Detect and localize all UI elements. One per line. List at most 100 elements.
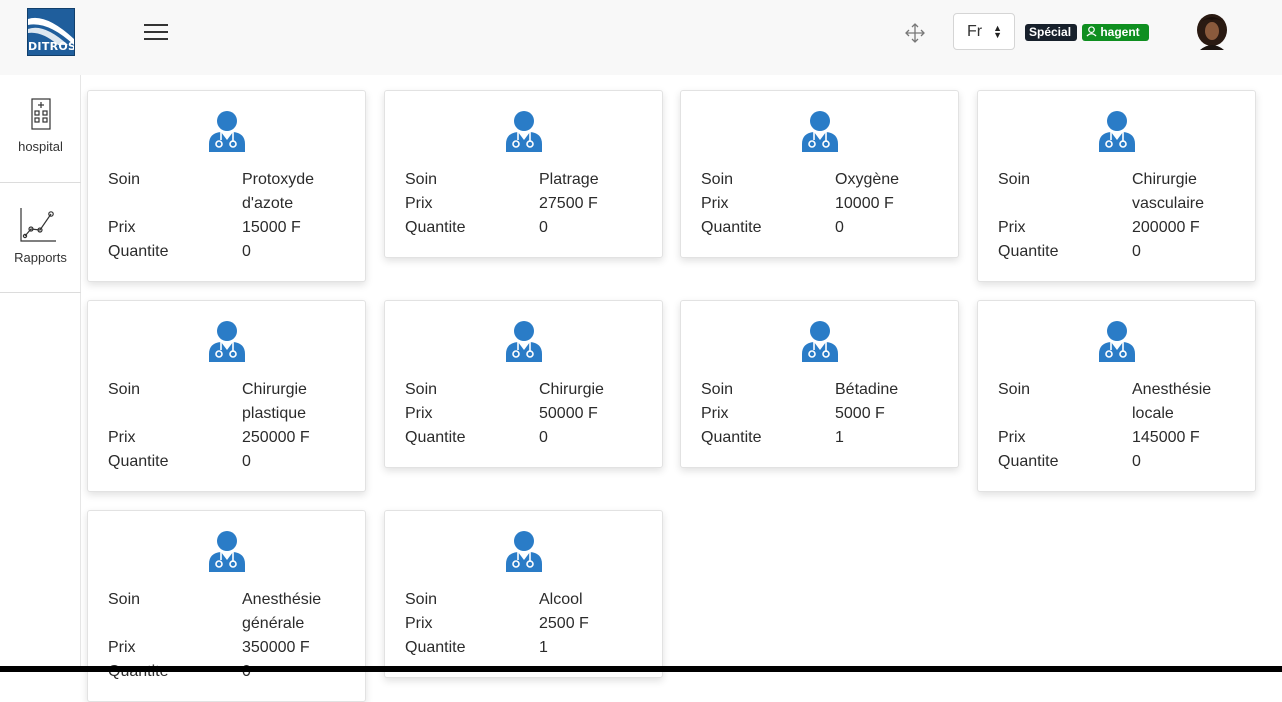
card-value-quantite: 0: [835, 219, 844, 236]
card-label-quantite: Quantite: [108, 453, 169, 470]
card-label-prix: Prix: [405, 615, 433, 632]
card-value-prix: 200000 F: [1132, 219, 1200, 236]
card-value-soin: Platrage: [539, 171, 599, 188]
card-label-soin: Soin: [405, 591, 438, 608]
language-select[interactable]: Fr ▲ ▼: [953, 13, 1015, 50]
card-value-prix: 5000 F: [835, 405, 885, 422]
card-value-quantite: 0: [1132, 243, 1141, 260]
user-badge-label: hagent: [1100, 25, 1140, 39]
card-value-prix: 50000 F: [539, 405, 598, 422]
doctor-icon: [209, 321, 245, 362]
role-badge: Spécial: [1025, 24, 1077, 41]
language-value: Fr: [967, 22, 983, 40]
doctor-icon: [1099, 111, 1135, 152]
doctor-icon: [802, 321, 838, 362]
care-card[interactable]: Soin Oxygène Prix 10000 F Quantite 0: [680, 90, 959, 258]
card-label-soin: Soin: [108, 381, 141, 398]
card-value-prix: 250000 F: [242, 429, 310, 446]
sidebar: hospital Rapports: [0, 75, 81, 672]
card-label-quantite: Quantite: [108, 660, 238, 684]
care-card[interactable]: Soin Bétadine Prix 5000 F Quantite 1: [680, 300, 959, 468]
card-value-soin: Chirurgie plastique: [242, 381, 307, 422]
care-card[interactable]: Soin Anesthésie locale Prix 145000 F Quantit…: [977, 300, 1256, 492]
fullscreen-move-icon[interactable]: [904, 22, 926, 44]
card-label-prix: Prix: [108, 219, 136, 236]
care-card[interactable]: Soin Chirurgie vasculaire Prix 200000 F Quan…: [977, 90, 1256, 282]
card-value-soin: Alcool: [539, 591, 583, 608]
card-label-prix: Prix: [998, 219, 1026, 236]
avatar[interactable]: [1196, 14, 1228, 50]
user-badge[interactable]: hagent: [1082, 24, 1149, 41]
care-grid: Soin Protoxyde d'azote Prix 15000 F Quantite…: [81, 75, 1282, 702]
card-label-soin: Soin: [701, 381, 734, 398]
card-value-quantite: 1: [835, 429, 844, 446]
card-value-quantite: 0: [242, 453, 251, 470]
card-label-prix: Prix: [405, 195, 433, 212]
card-value-prix: 15000 F: [242, 219, 301, 236]
card-label-soin: Soin: [405, 171, 438, 188]
sidebar-item-label: Rapports: [14, 250, 67, 265]
care-card[interactable]: Soin Anesthésie générale Prix 350000 FQuant…: [87, 510, 366, 702]
logo-text: DITROS: [28, 40, 75, 53]
card-value-soin: Bétadine: [835, 381, 899, 398]
card-label-prix: Prix: [998, 429, 1026, 446]
card-label-soin: Soin: [405, 381, 438, 398]
card-label-soin: Soin: [998, 171, 1031, 188]
card-label-quantite: Quantite: [701, 219, 762, 236]
card-label-quantite: Quantite: [998, 453, 1059, 470]
card-label-quantite: Quantite: [701, 429, 762, 446]
hospital-icon: [31, 98, 51, 130]
select-arrows-icon: ▲ ▼: [993, 23, 1002, 40]
menu-toggle-button[interactable]: [144, 24, 168, 42]
card-value-prix: 27500 F: [539, 195, 598, 212]
chart-icon: [20, 208, 56, 242]
card-label-soin: Soin: [108, 591, 141, 608]
card-label-quantite: Quantite: [108, 243, 169, 260]
card-value-soin: Protoxyde d'azote: [242, 171, 315, 212]
doctor-icon: [506, 111, 542, 152]
card-value-quantite: 0: [539, 219, 548, 236]
care-card[interactable]: Soin Platrage Prix 27500 F Quantite 0: [384, 90, 663, 258]
card-value-prix: 2500 F: [539, 615, 589, 632]
card-value-quantite: 0: [242, 243, 251, 260]
card-value-soin: Chirurgie vasculaire: [1132, 171, 1205, 212]
card-value-quantite: 0: [242, 660, 352, 684]
card-label-soin: Soin: [701, 171, 734, 188]
card-value-prix: 145000 F: [1132, 429, 1200, 446]
card-label-soin: Soin: [998, 381, 1031, 398]
sidebar-item-rapports[interactable]: Rapports: [0, 183, 81, 293]
card-value-soin: Oxygène: [835, 171, 900, 188]
doctor-icon: [802, 111, 838, 152]
card-value-quantite: 0: [539, 429, 548, 446]
doctor-icon: [209, 531, 245, 572]
card-value-soin: Chirurgie: [539, 381, 604, 398]
card-value-quantite: 0: [1132, 453, 1141, 470]
doctor-icon: [1099, 321, 1135, 362]
hamburger-icon: [144, 24, 168, 26]
care-card[interactable]: Soin Alcool Prix 2500 F Quantite 1: [384, 510, 663, 678]
user-icon: [1086, 26, 1097, 37]
card-value-quantite: 1: [539, 639, 548, 656]
card-value-prix: 10000 F: [835, 195, 894, 212]
top-bar: DITROS Fr ▲ ▼ Spécial hagent: [0, 0, 1282, 75]
card-label-quantite: Quantite: [405, 429, 466, 446]
doctor-icon: [506, 321, 542, 362]
card-value-soin: Anesthésie générale: [242, 591, 322, 632]
card-label-prix: Prix: [701, 195, 729, 212]
card-label-prix: Prix: [108, 639, 136, 656]
ditros-logo[interactable]: DITROS: [27, 8, 75, 56]
window-bottom-edge: [0, 666, 1282, 672]
care-card[interactable]: Soin Protoxyde d'azote Prix 15000 F Quantite…: [87, 90, 366, 282]
card-label-prix: Prix: [405, 405, 433, 422]
care-card[interactable]: Soin Chirurgie plastique Prix 250000 F Quant…: [87, 300, 366, 492]
doctor-icon: [506, 531, 542, 572]
doctor-icon: [209, 111, 245, 152]
care-card[interactable]: Soin Chirurgie Prix 50000 F Quantite 0: [384, 300, 663, 468]
sidebar-item-hospital[interactable]: hospital: [0, 75, 81, 183]
card-label-prix: Prix: [701, 405, 729, 422]
card-label-prix: Prix: [108, 429, 136, 446]
card-value-soin: Anesthésie locale: [1132, 381, 1212, 422]
card-label-quantite: Quantite: [405, 219, 466, 236]
card-label-quantite: Quantite: [998, 243, 1059, 260]
card-value-prix: 350000 F: [242, 639, 310, 656]
